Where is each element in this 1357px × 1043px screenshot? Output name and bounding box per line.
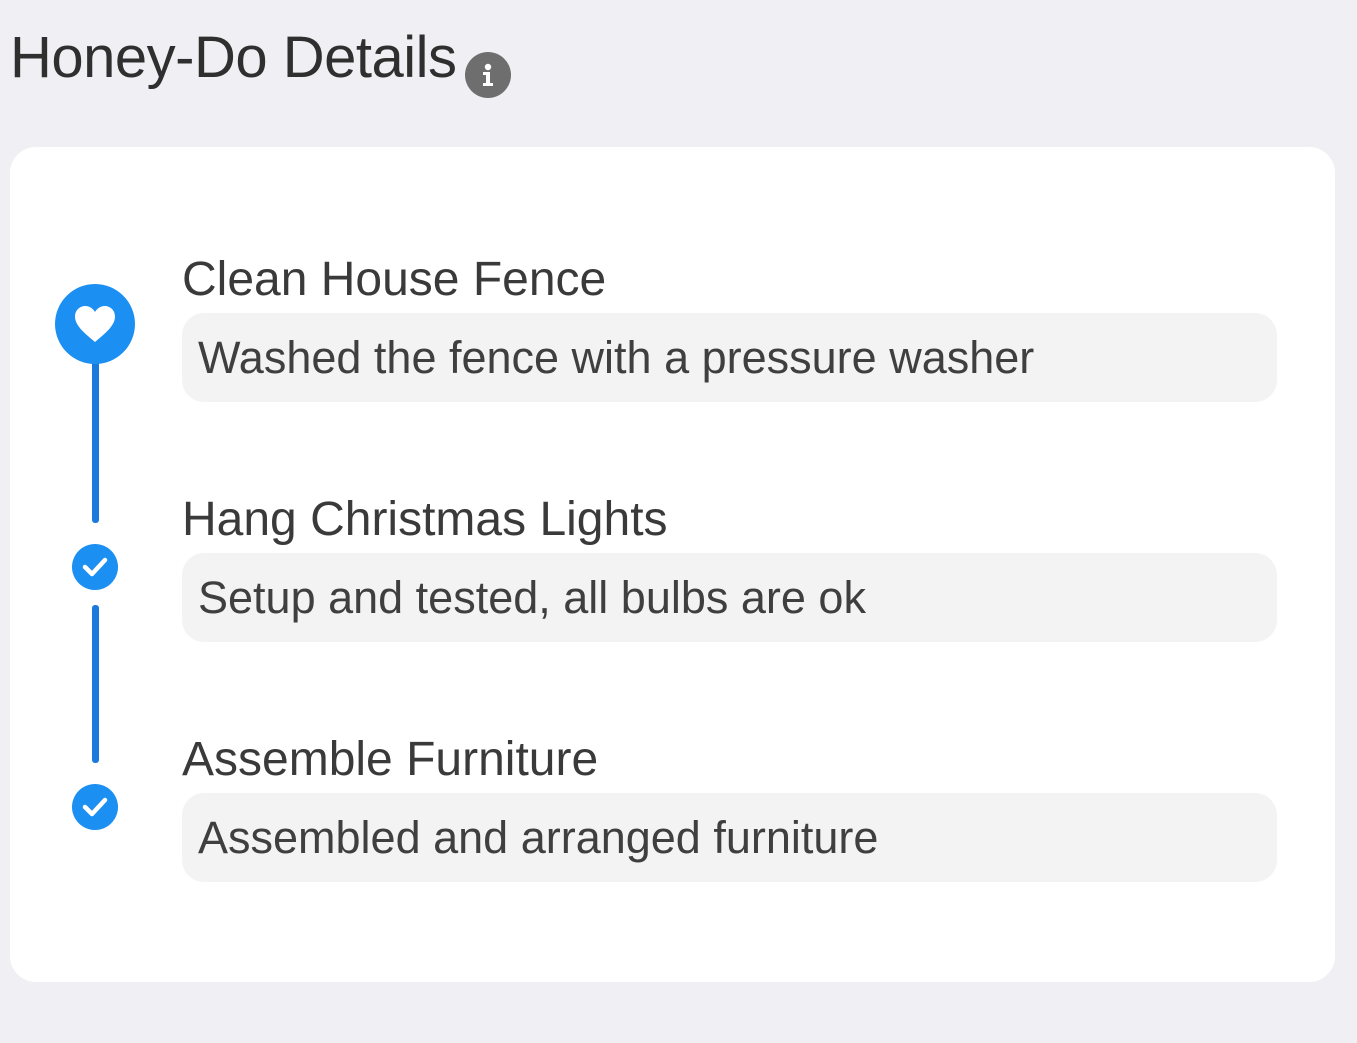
- checkmark-icon: [72, 544, 118, 590]
- info-icon[interactable]: [464, 52, 511, 98]
- timeline-item-description[interactable]: Setup and tested, all bulbs are ok: [182, 553, 1277, 642]
- timeline-item-title: Assemble Furniture: [182, 733, 599, 786]
- page-title: Honey-Do Details: [10, 25, 457, 90]
- page-header: Honey-Do Details: [10, 22, 511, 102]
- timeline-item-title: Hang Christmas Lights: [182, 493, 668, 546]
- timeline-connector: [92, 605, 99, 763]
- timeline-item: Assemble Furniture Assembled and arrange…: [182, 731, 1277, 882]
- timeline-item-title: Clean House Fence: [182, 253, 607, 306]
- info-glyph: [482, 63, 493, 86]
- timeline-item: Hang Christmas Lights Setup and tested, …: [182, 491, 1277, 642]
- timeline-item-description[interactable]: Washed the fence with a pressure washer: [182, 313, 1277, 402]
- checkmark-icon: [72, 784, 118, 830]
- timeline-connector: [92, 357, 99, 523]
- heart-icon: [55, 284, 135, 364]
- timeline-item-description[interactable]: Assembled and arranged furniture: [182, 793, 1277, 882]
- timeline-item: Clean House Fence Washed the fence with …: [182, 251, 1277, 402]
- timeline-card: Clean House Fence Washed the fence with …: [10, 147, 1335, 982]
